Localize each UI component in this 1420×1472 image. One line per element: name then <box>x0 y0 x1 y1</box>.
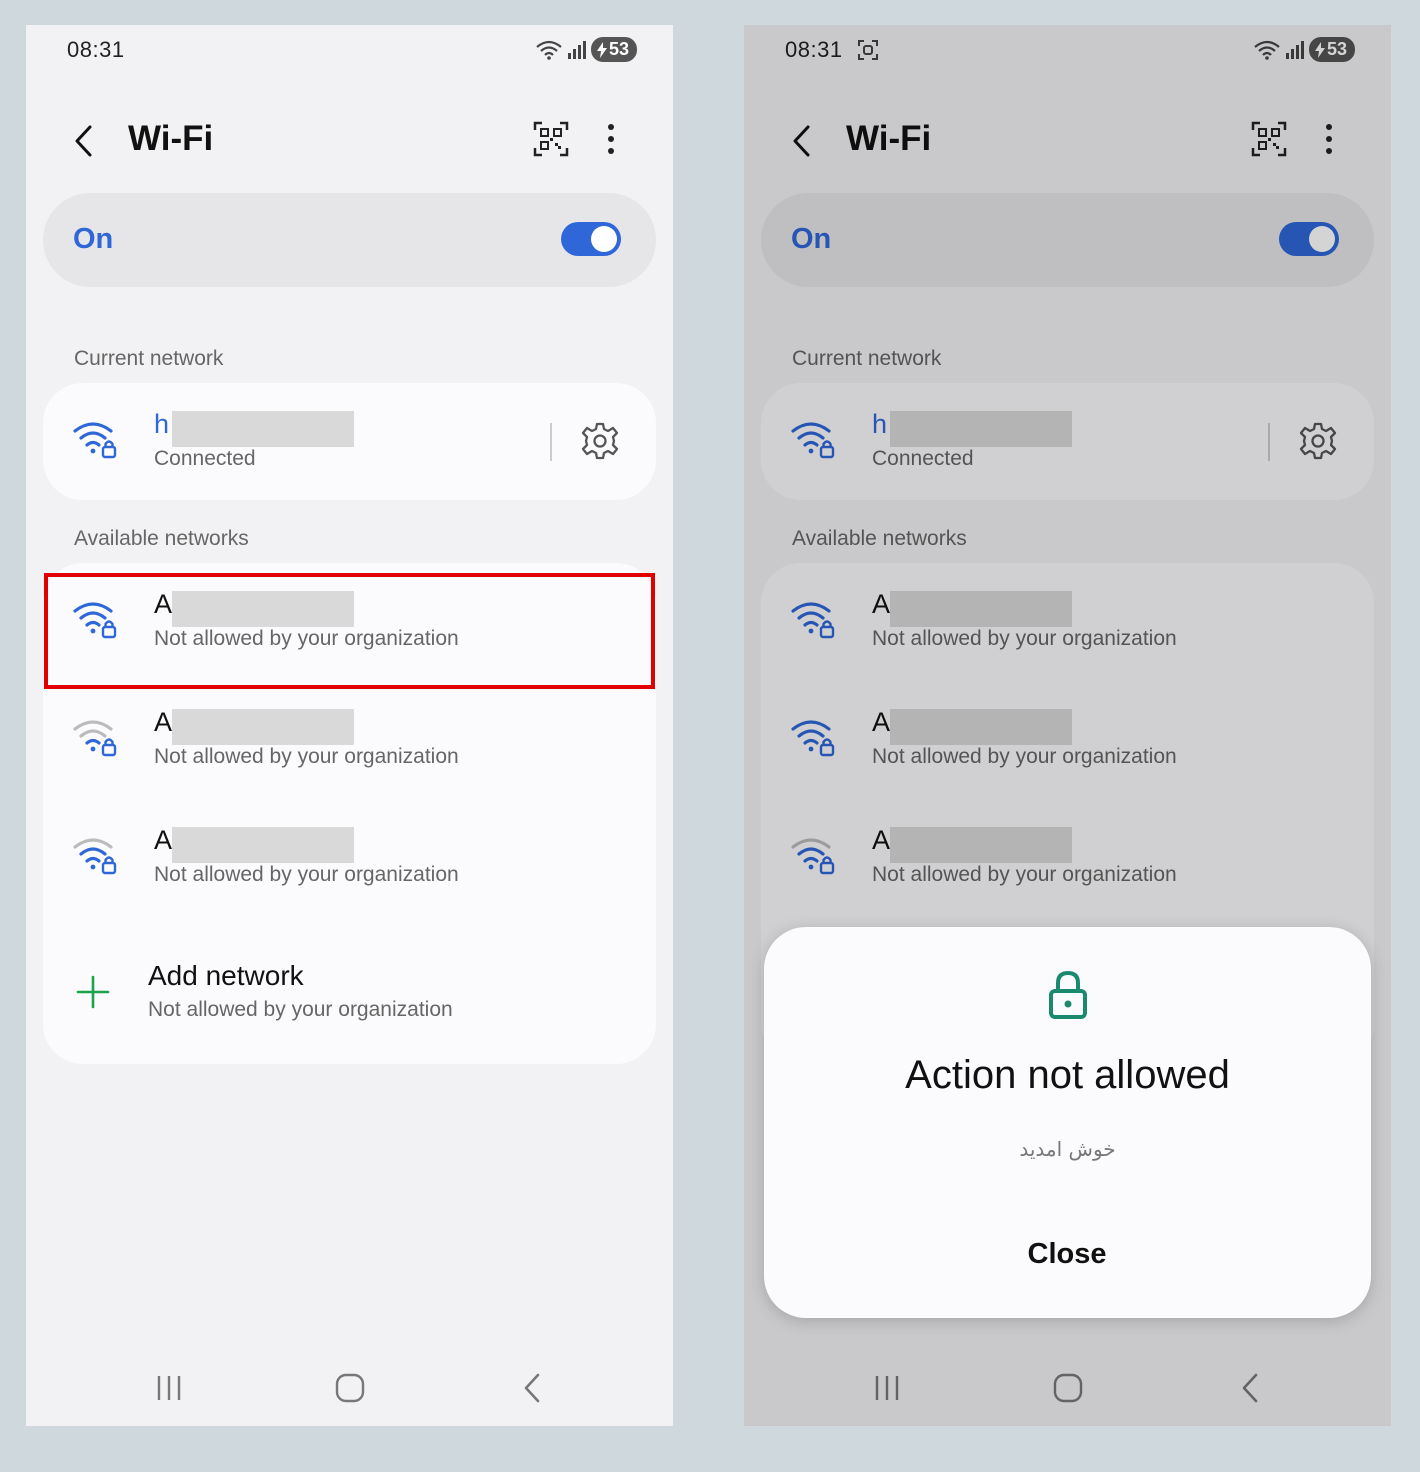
redacted-block <box>172 827 354 863</box>
wifi-switch[interactable] <box>561 222 621 256</box>
redacted-block <box>172 411 354 447</box>
charging-bolt-icon <box>596 41 607 58</box>
battery-indicator: 53 <box>590 37 637 62</box>
switch-knob <box>591 226 617 252</box>
redacted-block <box>172 709 354 745</box>
network-row[interactable]: A Not allowed by your organization <box>43 799 656 915</box>
add-network-status: Not allowed by your organization <box>148 998 453 1021</box>
wifi-locked-icon <box>73 422 117 459</box>
nav-back-icon[interactable] <box>518 1371 548 1405</box>
highlight-box <box>44 573 655 689</box>
lock-icon <box>1049 970 1087 1019</box>
current-network-heading: Current network <box>74 347 224 370</box>
back-arrow-icon[interactable] <box>70 121 100 161</box>
status-time: 08:31 <box>67 37 125 62</box>
toggle-label: On <box>73 223 114 255</box>
wifi-settings-screen-dialog: 08:31 53 Wi-Fi On Current network h Conn… <box>744 25 1391 1426</box>
network-status: Not allowed by your organization <box>154 863 459 886</box>
home-icon[interactable] <box>334 1373 366 1403</box>
dialog-message: خوش امدید <box>1019 1137 1116 1161</box>
action-not-allowed-dialog: Action not allowed خوش امدید Close <box>764 927 1371 1318</box>
battery-level: 53 <box>608 39 629 59</box>
current-network-row[interactable]: h Connected <box>43 383 656 499</box>
plus-icon <box>76 975 110 1009</box>
available-networks-heading: Available networks <box>74 527 249 550</box>
network-name: A <box>154 707 173 737</box>
wifi-status-icon <box>536 40 562 60</box>
dialog-title: Action not allowed <box>905 1053 1230 1097</box>
divider <box>550 423 552 461</box>
wifi-weak-locked-icon <box>73 838 117 875</box>
status-bar: 08:31 53 <box>26 25 673 77</box>
app-bar: Wi-Fi <box>26 115 673 165</box>
navigation-bar <box>26 1365 673 1415</box>
add-network-label: Add network <box>148 960 304 991</box>
wifi-weak-locked-icon <box>73 720 117 757</box>
network-status: Connected <box>154 447 256 470</box>
wifi-settings-screen: 08:31 53 Wi-Fi On Current network h Conn… <box>26 25 673 1426</box>
page-title: Wi-Fi <box>128 119 214 158</box>
gear-icon[interactable] <box>580 421 620 461</box>
wifi-master-toggle[interactable]: On <box>43 193 656 287</box>
more-options-icon[interactable] <box>598 121 624 157</box>
signal-icon <box>567 40 586 59</box>
add-network-row[interactable]: Add network Not allowed by your organiza… <box>43 936 656 1046</box>
qr-scan-icon[interactable] <box>533 121 569 157</box>
close-button[interactable]: Close <box>967 1229 1167 1279</box>
status-icons: 53 <box>535 37 637 62</box>
current-network-card: h Connected <box>43 383 656 500</box>
network-row[interactable]: A Not allowed by your organization <box>43 681 656 797</box>
network-name: A <box>154 825 173 855</box>
recent-apps-icon[interactable] <box>153 1373 185 1403</box>
network-status: Not allowed by your organization <box>154 745 459 768</box>
network-name: h <box>154 409 170 439</box>
